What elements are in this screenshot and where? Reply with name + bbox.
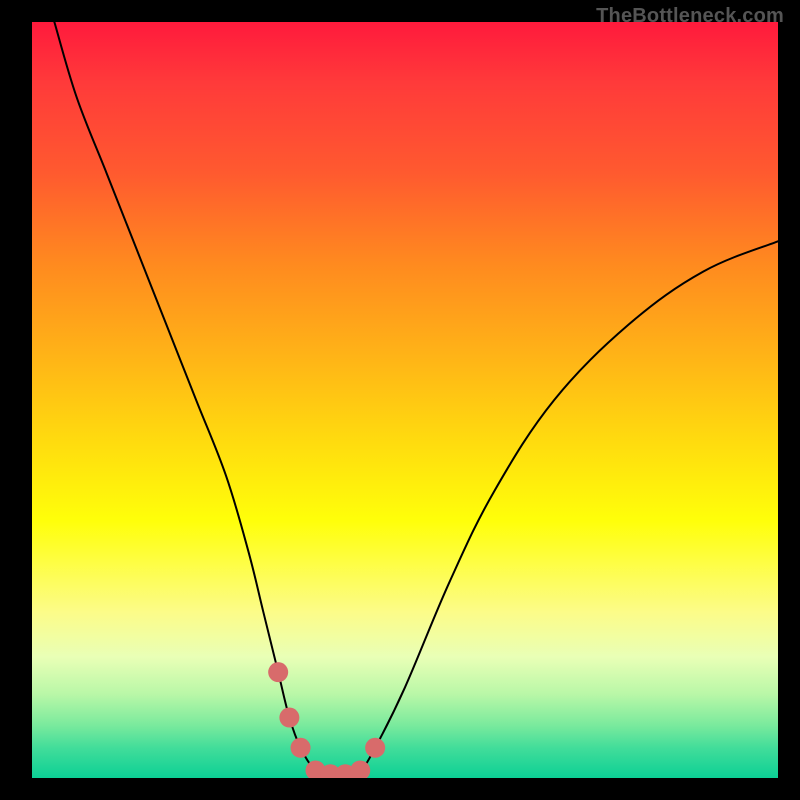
chart-marker bbox=[365, 738, 385, 758]
chart-marker bbox=[279, 708, 299, 728]
chart-marker bbox=[268, 662, 288, 682]
chart-marker bbox=[291, 738, 311, 758]
watermark-text: TheBottleneck.com bbox=[596, 5, 784, 28]
chart-curve bbox=[54, 22, 778, 775]
chart-svg bbox=[32, 22, 778, 778]
chart-plot-area bbox=[32, 22, 778, 778]
